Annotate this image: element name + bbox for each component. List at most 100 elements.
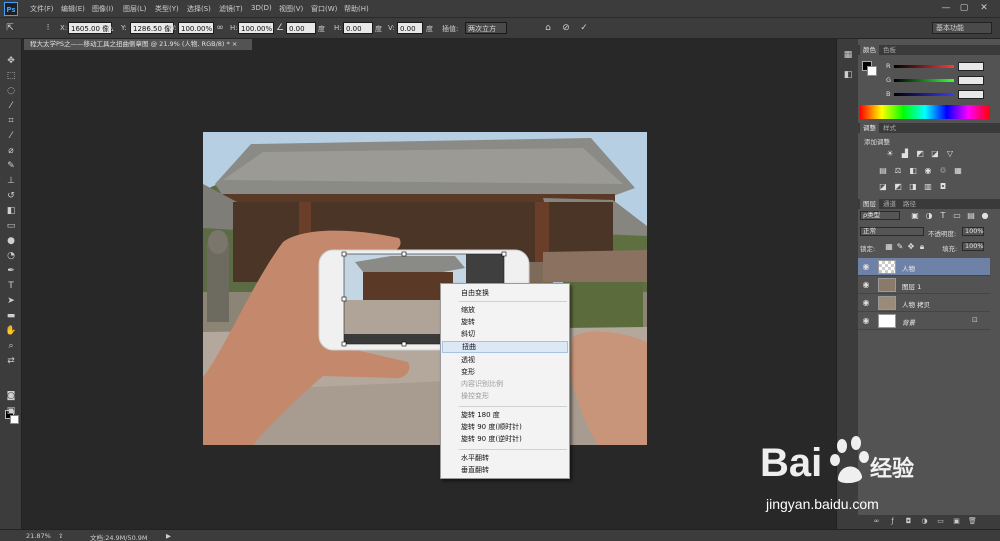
width-field[interactable]: 100.00% — [178, 22, 214, 34]
filter-type-icon[interactable]: T — [938, 211, 948, 220]
red-value-field[interactable] — [958, 62, 984, 71]
zoom-level[interactable]: 21.87% — [26, 532, 51, 540]
vskew-field[interactable]: 0.00 — [397, 22, 423, 34]
filter-adjust-icon[interactable]: ◑ — [924, 211, 934, 220]
photo-filter-icon[interactable]: ◉ — [923, 166, 933, 175]
layer-row[interactable]: ◉ 图层 1 — [858, 276, 990, 294]
eraser-tool-icon[interactable]: ◧ — [4, 205, 18, 217]
layer-row[interactable]: ◉ 人物 拷贝 — [858, 294, 990, 312]
opacity-field[interactable]: 100% — [962, 227, 984, 236]
layer-style-icon[interactable]: ƒ — [888, 517, 897, 526]
layer-name[interactable]: 图层 1 — [902, 281, 921, 291]
workspace-select[interactable]: 基本功能 — [932, 22, 992, 34]
tab-swatches[interactable]: 色板 — [880, 45, 899, 55]
status-menu-arrow-icon[interactable]: ▶ — [166, 532, 171, 540]
channel-mixer-icon[interactable]: ♲ — [938, 166, 948, 175]
fill-field[interactable]: 100% — [962, 242, 984, 251]
link-layers-icon[interactable]: ∞ — [872, 517, 881, 526]
export-icon[interactable]: ⇪ — [58, 532, 63, 540]
layer-filter-select[interactable]: ρ类型 — [860, 211, 900, 220]
lock-all-icon[interactable]: 🔒︎ — [917, 242, 927, 251]
path-select-tool-icon[interactable]: ➤ — [4, 295, 18, 307]
new-adjustment-icon[interactable]: ◑ — [920, 517, 929, 526]
visibility-eye-icon[interactable]: ◉ — [861, 262, 871, 272]
marquee-tool-icon[interactable]: ⬚ — [4, 70, 18, 82]
filter-smart-icon[interactable]: ▤ — [966, 211, 976, 220]
document-canvas[interactable] — [203, 132, 647, 445]
tab-layers[interactable]: 图层 — [860, 199, 879, 209]
add-mask-icon[interactable]: ◘ — [904, 517, 913, 526]
commit-transform-icon[interactable]: ✓ — [578, 22, 590, 34]
layer-row[interactable]: ◉ 背景 ⊡ — [858, 312, 990, 330]
height-field[interactable]: 100.00% — [238, 22, 274, 34]
lasso-tool-icon[interactable]: ◌ — [4, 85, 18, 97]
menu-select[interactable]: 选择(S) — [187, 4, 211, 14]
color-spectrum-bar[interactable] — [860, 105, 990, 119]
new-group-icon[interactable]: ▭ — [936, 517, 945, 526]
type-tool-icon[interactable]: T — [4, 280, 18, 292]
menu-item-flip-vertical[interactable]: 垂直翻转 — [442, 464, 568, 476]
menu-item-free-transform[interactable]: 自由变换 — [442, 287, 568, 299]
close-button[interactable]: ✕ — [976, 2, 992, 14]
filter-toggle-icon[interactable]: ● — [980, 211, 990, 220]
black-white-icon[interactable]: ◧ — [908, 166, 918, 175]
transform-tool-icon[interactable]: ⇱ — [4, 22, 16, 34]
blend-mode-select[interactable]: 正常 — [860, 227, 924, 236]
visibility-eye-icon[interactable]: ◉ — [861, 298, 871, 308]
lock-pixels-icon[interactable]: ✎ — [895, 242, 905, 251]
tab-paths[interactable]: 路径 — [900, 199, 919, 209]
brush-tool-icon[interactable]: ✎ — [4, 160, 18, 172]
hue-sat-icon[interactable]: ▤ — [878, 166, 888, 175]
reference-point-icon[interactable]: ⁝ — [42, 22, 54, 34]
red-slider[interactable] — [894, 65, 954, 68]
dodge-tool-icon[interactable]: ◔ — [4, 250, 18, 262]
eyedropper-tool-icon[interactable]: ⁄ — [4, 130, 18, 142]
menu-item-flip-horizontal[interactable]: 水平翻转 — [442, 452, 568, 464]
maximize-button[interactable]: ▢ — [956, 2, 972, 14]
menu-item-warp[interactable]: 变形 — [442, 366, 568, 378]
menu-item-distort[interactable]: 扭曲 — [442, 341, 568, 353]
invert-icon[interactable]: ◪ — [878, 182, 888, 191]
menu-item-perspective[interactable]: 透视 — [442, 354, 568, 366]
relative-position-icon[interactable]: △ — [104, 22, 116, 34]
menu-image[interactable]: 图像(I) — [92, 4, 114, 14]
selective-color-icon[interactable]: ◘ — [938, 182, 948, 191]
link-icon[interactable]: ∞ — [214, 22, 226, 34]
blue-value-field[interactable] — [958, 90, 984, 99]
green-value-field[interactable] — [958, 76, 984, 85]
gradient-tool-icon[interactable]: ▭ — [4, 220, 18, 232]
color-lookup-icon[interactable]: ▦ — [953, 166, 963, 175]
menu-window[interactable]: 窗口(W) — [311, 4, 337, 14]
cancel-transform-icon[interactable]: ⊘ — [560, 22, 572, 34]
quick-select-tool-icon[interactable]: ⁄ — [4, 100, 18, 112]
menu-edit[interactable]: 编辑(E) — [61, 4, 85, 14]
swap-colors-icon[interactable]: ⇄ — [4, 355, 18, 367]
history-brush-tool-icon[interactable]: ↺ — [4, 190, 18, 202]
screen-mode-icon[interactable]: ▣ — [4, 405, 18, 417]
menu-layer[interactable]: 图层(L) — [123, 4, 146, 14]
healing-brush-tool-icon[interactable]: ⌀ — [4, 145, 18, 157]
shape-tool-icon[interactable]: ▬ — [4, 310, 18, 322]
vibrance-icon[interactable]: ▽ — [945, 149, 955, 158]
minimize-button[interactable]: — — [938, 2, 954, 14]
tab-color[interactable]: 颜色 — [860, 45, 879, 55]
gradient-map-icon[interactable]: ▥ — [923, 182, 933, 191]
crop-tool-icon[interactable]: ⌗ — [4, 115, 18, 127]
blur-tool-icon[interactable]: ● — [4, 235, 18, 247]
blue-slider[interactable] — [894, 93, 954, 96]
menu-item-rotate-180[interactable]: 旋转 180 度 — [442, 409, 568, 421]
layer-name[interactable]: 人物 拷贝 — [902, 299, 930, 309]
curves-icon[interactable]: ◩ — [915, 149, 925, 158]
tab-channels[interactable]: 通道 — [880, 199, 899, 209]
visibility-eye-icon[interactable]: ◉ — [861, 280, 871, 290]
threshold-icon[interactable]: ◨ — [908, 182, 918, 191]
pen-tool-icon[interactable]: ✒ — [4, 265, 18, 277]
filter-shape-icon[interactable]: ▭ — [952, 211, 962, 220]
levels-icon[interactable]: ▟ — [900, 149, 910, 158]
filter-pixel-icon[interactable]: ▣ — [910, 211, 920, 220]
menu-item-skew[interactable]: 斜切 — [442, 328, 568, 340]
color-balance-icon[interactable]: ⚖ — [893, 166, 903, 175]
quick-mask-icon[interactable]: ◙ — [4, 390, 18, 402]
move-tool-icon[interactable]: ✥ — [4, 55, 18, 67]
exposure-icon[interactable]: ◪ — [930, 149, 940, 158]
